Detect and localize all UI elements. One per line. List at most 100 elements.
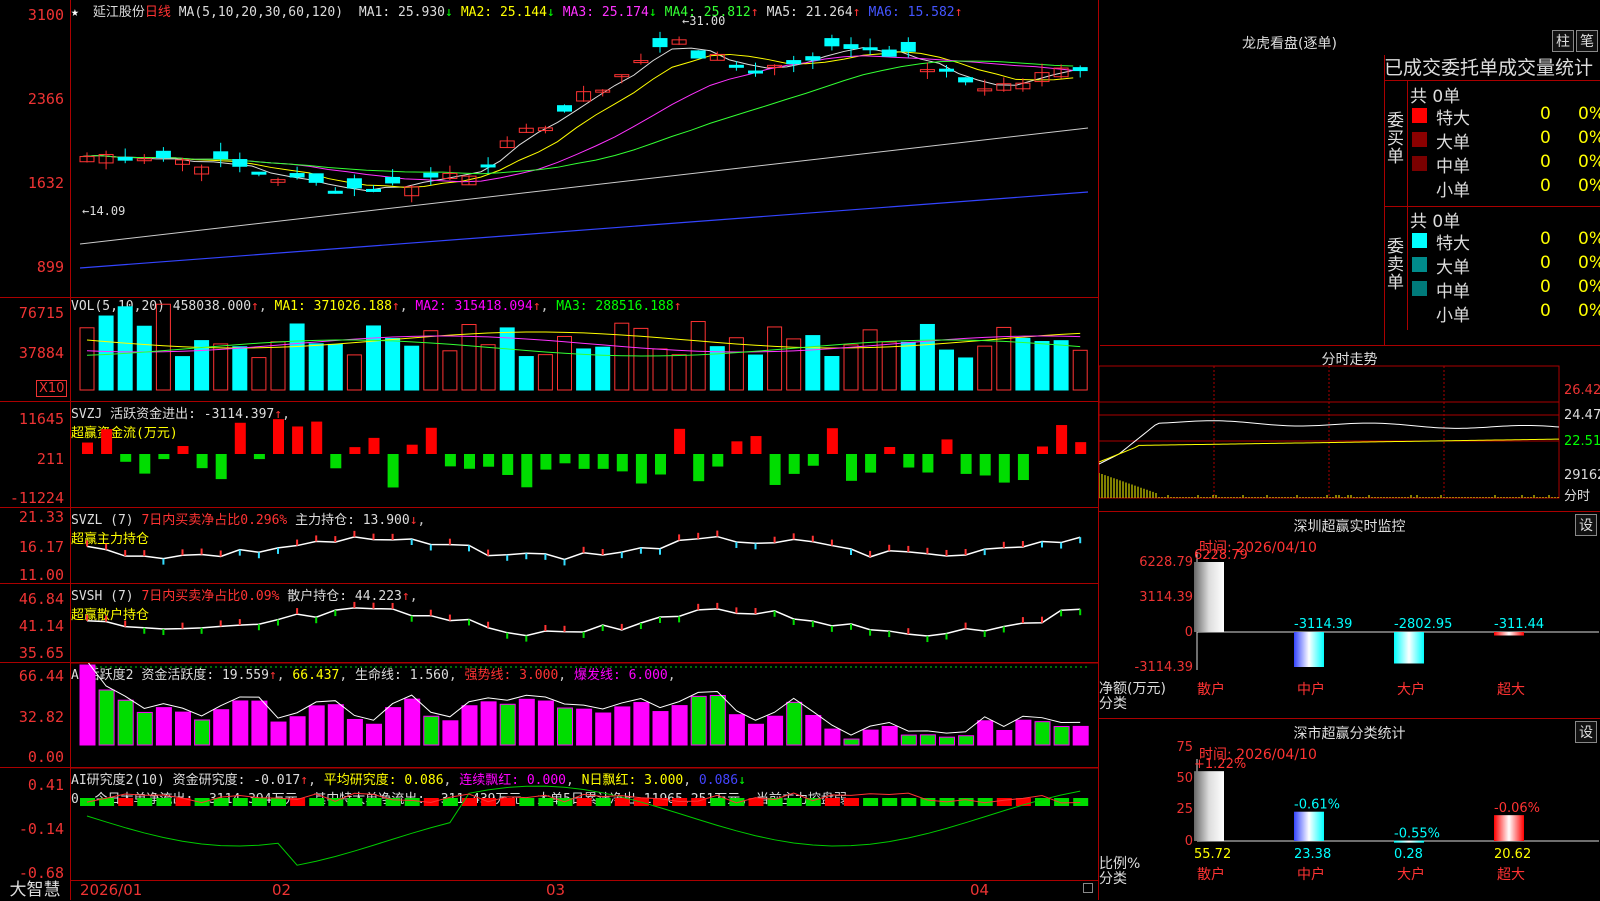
activity-bar [557,707,573,746]
activity-bar [595,712,612,746]
fund-flow-bar [273,419,284,454]
fund-flow-bar [941,439,953,454]
svzj-pane[interactable]: 11645 211 -11224 SVZJ 活跃资金进出: -3114.397↑… [0,402,1098,508]
fund-flow-bar [922,454,934,473]
legend-swatch [1412,281,1427,296]
research-bar [863,798,879,806]
fund-flow-bar [234,422,246,454]
activity-bar [117,699,134,746]
fund-flow-bar [368,437,380,454]
candle-body [748,70,763,74]
ai-research-pane[interactable]: 0.41 -0.14 -0.68 AI研究度2(10) 资金研究度: -0.01… [0,768,1098,881]
candle-body [939,68,954,72]
svzj-chart[interactable] [0,402,1098,508]
svsh-chart[interactable] [0,584,1098,663]
sz-monitor-chart[interactable]: 6228.79 3114.39 0 -3114.39 6228.79 散户 -3114.39… [1099,512,1600,719]
fund-flow-bar [998,454,1010,483]
ai-active-chart[interactable] [0,663,1098,768]
fund-flow-bar [349,447,361,454]
research-bar [958,798,974,806]
svsh-pane[interactable]: 46.84 41.14 35.65 SVSH (7) 7日内买卖净占比0.09%… [0,584,1098,663]
y-tick-label: 0 [1185,834,1193,849]
intraday-chart[interactable] [1099,346,1600,511]
buy-row: 小单 0 0% [1410,176,1600,201]
research-bar [824,798,840,806]
date-tick: 03 [546,881,566,899]
legend-swatch [1412,305,1427,320]
candle-body [155,150,171,159]
research-bar [404,798,420,806]
buy-orders-table: 特大 0 0% 大单 0 0% 中单 0 0% 小单 0 0% [1410,104,1600,204]
volume-bar [900,341,916,391]
sell-orders-table: 特大 0 0% 大单 0 0% 中单 0 0% 小单 0 0% [1410,229,1600,329]
research-bar [576,798,592,806]
buy-pct: 0% [1578,176,1600,196]
ai-research-chart[interactable] [0,768,1098,880]
bar-value-label: -0.06% [1494,801,1540,816]
tick-view-button[interactable]: 笔 [1576,30,1598,52]
buy-pct: 0% [1578,152,1600,172]
fund-flow-bar [578,454,590,469]
activity-bar [327,704,344,746]
sz-class-chart[interactable]: 75 50 25 0 +1.22% 散户 55.72 -0.61% 中户 23.38 -0.55% 大… [1099,719,1600,901]
candle-body [557,105,572,112]
research-bar [500,798,516,806]
volume-bar [346,354,362,391]
volume-bar [652,348,668,391]
candle-body [843,44,859,49]
candle-body [1072,67,1088,72]
buy-name: 中单 [1436,157,1470,177]
buy-name: 小单 [1436,181,1470,201]
volume-bar [690,321,706,391]
activity-bar [518,698,535,746]
date-axis: 大智慧 2026/01 02 03 04 [0,880,1098,900]
svzl-chart[interactable] [0,508,1098,584]
volume-bar [480,344,496,391]
activity-bar [919,734,936,746]
buy-row: 中单 0 0% [1410,152,1600,177]
ai-active-pane[interactable]: 66.44 32.82 0.00 AI活跃度2 资金活跃度: 19.559↑, … [0,663,1098,768]
lock-icon[interactable] [1083,883,1093,893]
activity-bar [748,723,764,746]
fund-flow-bar [387,454,399,488]
kline-pane[interactable]: 3100 2366 1632 899 ★ 延江股份日线 MA(5,10,20,30… [0,0,1098,298]
activity-bar [1034,721,1051,746]
fund-flow-bar [444,454,456,467]
volume-bar [270,341,286,391]
activity-bar [537,700,554,746]
fund-flow-bar [253,454,265,460]
sell-orders-label: 委卖单 [1387,237,1404,293]
activity-bar [805,714,822,746]
volume-bar [98,315,114,391]
ma-line-3 [79,55,1074,183]
sell-count: 0 [1540,301,1551,321]
fund-flow-bar [769,454,781,485]
bar-view-button[interactable]: 柱 [1552,30,1574,52]
fund-flow-bar [330,454,342,469]
order-stats-tab[interactable]: 已成交委托单成交量统计 [1384,53,1600,80]
activity-bar [136,711,153,746]
fund-flow-bar [559,454,571,464]
fund-flow-bar [1037,446,1048,454]
bar-value-label: +1.22% [1194,757,1246,772]
activity-bar [1072,725,1089,746]
fund-flow-bar [196,454,208,469]
activity-bar [1053,726,1070,746]
activity-bar [366,723,382,746]
activity-bar [289,716,306,746]
sell-pct: 0% [1578,301,1600,321]
kline-chart[interactable] [0,0,1098,298]
activity-bar [499,703,516,746]
date-tick: 02 [272,881,292,899]
y-tick-label: 6228.79 [1139,555,1193,570]
y-tick-label: 75 [1176,740,1193,755]
candle-body [900,41,916,52]
research-bar [271,798,286,806]
volume-chart[interactable] [0,298,1098,402]
intraday-panel[interactable]: 分时走势 26.42 24.47 22.51 29162 分时 [1099,346,1600,511]
intraday-x-label: 分时 [1564,489,1591,504]
svzl-pane[interactable]: 21.33 16.17 11.00 SVZL (7) 7日内买卖净占比0.296… [0,508,1098,584]
activity-bar [881,725,898,746]
volume-pane[interactable]: 76715 37884 X10 VOL(5,10,20) 458038.000↑… [0,298,1098,402]
bar-ratio-label: 0.28 [1394,847,1423,862]
